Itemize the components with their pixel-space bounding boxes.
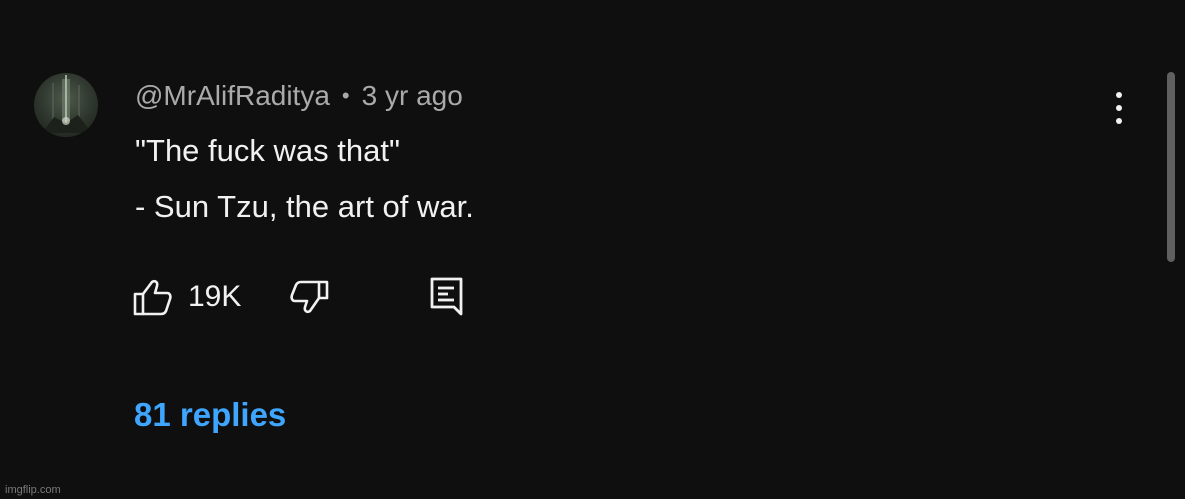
more-vertical-icon-dot (1116, 118, 1122, 124)
avatar-image (42, 75, 92, 133)
reply-button[interactable] (428, 276, 466, 318)
comment-thread: @MrAlifRaditya • 3 yr ago "The fuck was … (0, 0, 1185, 499)
like-button[interactable] (131, 278, 173, 318)
comment-text-line-2: - Sun Tzu, the art of war. (135, 189, 474, 224)
more-vertical-icon-dot (1116, 92, 1122, 98)
more-options-button[interactable] (1103, 88, 1135, 128)
separator-dot: • (341, 83, 350, 108)
dislike-button[interactable] (287, 278, 331, 318)
author-name[interactable]: @MrAlifRaditya (135, 80, 330, 112)
view-replies-link[interactable]: 81 replies (134, 396, 286, 434)
thumbs-down-icon (290, 280, 329, 314)
comment-header: @MrAlifRaditya • 3 yr ago (135, 78, 463, 114)
thumbs-up-icon (133, 279, 172, 316)
watermark: imgflip.com (5, 484, 61, 496)
scrollbar[interactable] (1167, 72, 1175, 262)
more-vertical-icon-dot (1116, 105, 1122, 111)
like-count: 19K (188, 280, 242, 313)
timestamp[interactable]: 3 yr ago (362, 80, 463, 112)
avatar[interactable] (34, 73, 98, 137)
reply-icon (430, 277, 463, 316)
comment-text-line-1: "The fuck was that" (135, 133, 400, 168)
